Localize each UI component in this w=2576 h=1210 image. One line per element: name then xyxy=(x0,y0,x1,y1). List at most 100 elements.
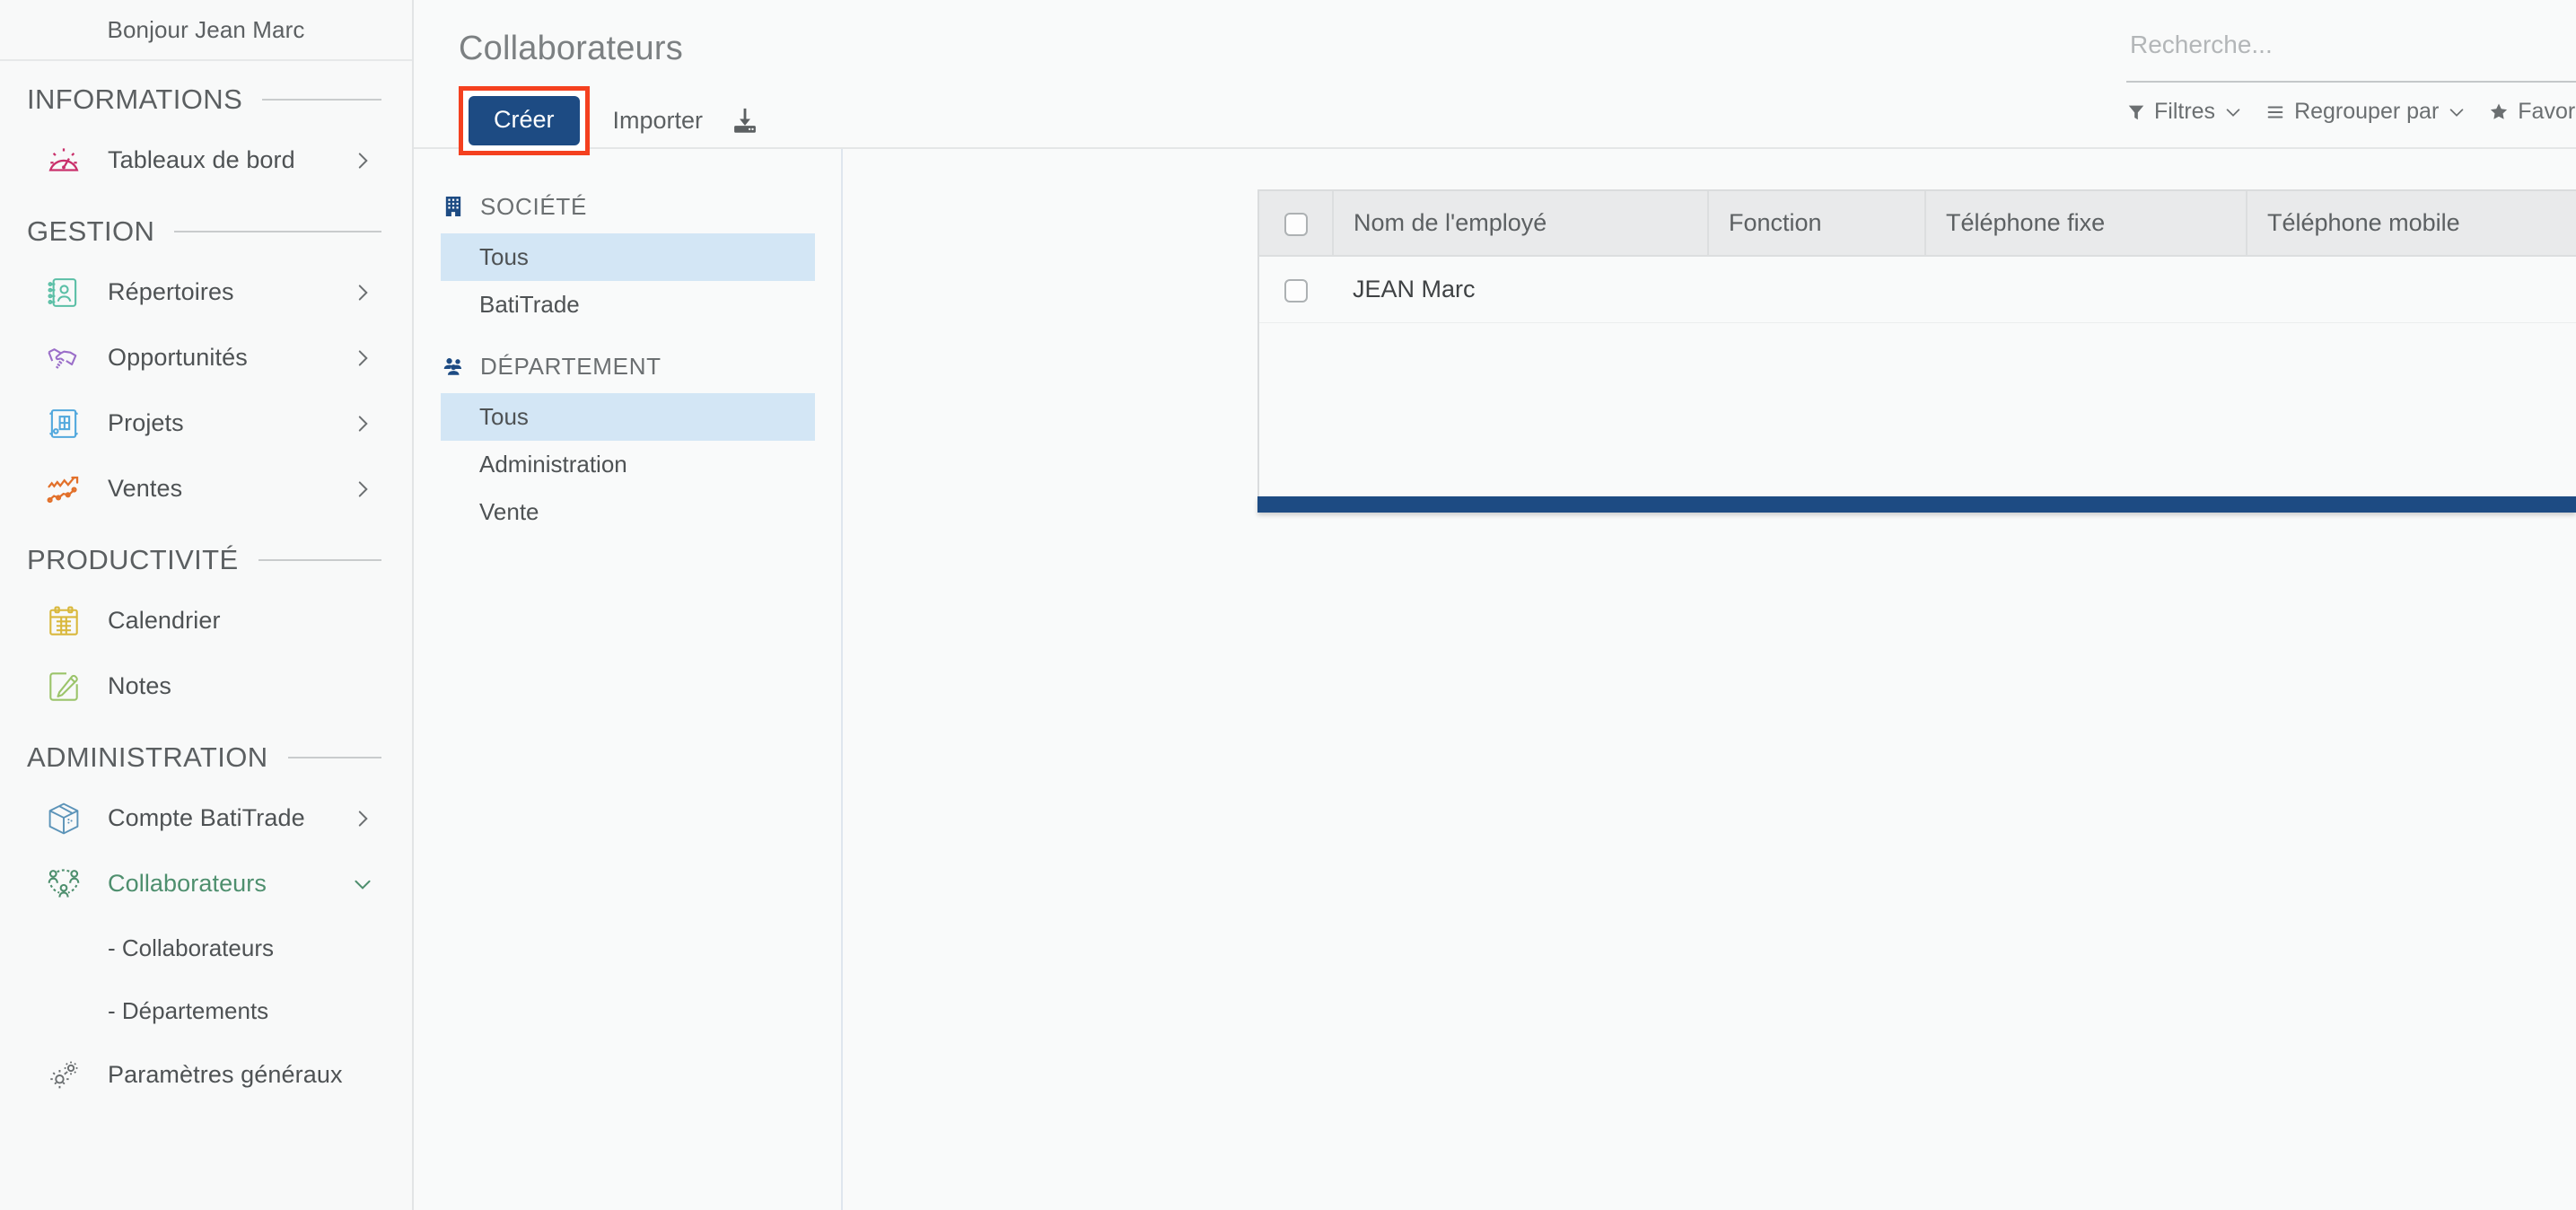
filter-panel: SOCIÉTÉ Tous BatiTrade DÉPARTEMENT Tous … xyxy=(414,149,843,1210)
favorites-label: Favoris xyxy=(2518,99,2576,124)
section-title: PRODUCTIVITÉ xyxy=(27,544,239,575)
people-group-icon xyxy=(43,864,84,905)
main-content: Collaborateurs Créer Importer Recherche.… xyxy=(414,0,2576,1210)
search-input[interactable] xyxy=(2126,31,2576,70)
building-icon xyxy=(441,194,466,219)
filter-option-departement-administration[interactable]: Administration xyxy=(441,441,815,488)
filters-label: Filtres xyxy=(2154,99,2216,124)
users-icon xyxy=(441,354,466,379)
row-checkbox[interactable] xyxy=(1284,278,1308,302)
filter-group-departement: DÉPARTEMENT xyxy=(414,343,841,390)
section-rule xyxy=(287,757,381,758)
column-nom-employe[interactable]: Nom de l'employé xyxy=(1333,191,1709,257)
table-bottom-bar xyxy=(1257,496,2576,513)
group-by-control[interactable]: Regrouper par xyxy=(2265,99,2466,125)
cube-icon xyxy=(43,798,84,839)
action-row: Créer Importer xyxy=(459,86,760,155)
filter-option-departement-vente[interactable]: Vente xyxy=(441,488,815,536)
sidebar-item-label: Compte BatiTrade xyxy=(108,804,305,831)
cell-fonction xyxy=(1708,256,1925,323)
search-zone: Filtres Regrouper par Favoris xyxy=(2119,0,2576,149)
sidebar-section-informations: INFORMATIONS xyxy=(0,72,412,127)
sidebar-item-compte-batitrade[interactable]: Compte BatiTrade xyxy=(0,785,412,851)
create-button-highlight: Créer xyxy=(459,86,590,155)
table-head: Nom de l'employé Fonction Téléphone fixe… xyxy=(1259,191,2576,257)
trend-chart-icon xyxy=(43,469,84,510)
greeting-label: Bonjour Jean Marc xyxy=(0,0,412,61)
create-button[interactable]: Créer xyxy=(469,96,580,145)
sidebar-item-label: Ventes xyxy=(108,475,183,502)
sidebar-item-parametres-generaux[interactable]: Paramètres généraux xyxy=(0,1042,412,1108)
column-select-all xyxy=(1259,191,1334,257)
page-title: Collaborateurs xyxy=(459,30,683,67)
sidebar-item-notes[interactable]: Notes xyxy=(0,653,412,719)
table-header-row: Nom de l'employé Fonction Téléphone fixe… xyxy=(1259,191,2576,257)
sidebar-item-label: Paramètres généraux xyxy=(108,1061,343,1088)
hamburger-icon xyxy=(2267,105,2283,118)
section-title: ADMINISTRATION xyxy=(27,741,268,773)
filter-option-societe-batitrade[interactable]: BatiTrade xyxy=(441,281,815,329)
select-all-checkbox[interactable] xyxy=(1284,212,1308,236)
sidebar-item-ventes[interactable]: Ventes xyxy=(0,456,412,522)
filters-control[interactable]: Filtres xyxy=(2126,99,2243,125)
sidebar-section-gestion: GESTION xyxy=(0,204,412,259)
filter-group-societe: SOCIÉTÉ xyxy=(414,183,841,230)
cell-telephone-mobile xyxy=(2247,256,2576,323)
column-fonction[interactable]: Fonction xyxy=(1708,191,1926,257)
table-row[interactable]: JEAN Marc jmarc@batitradedemo.dev xyxy=(1259,256,2576,323)
chevron-down-icon xyxy=(2449,108,2464,117)
sidebar-item-label: Calendrier xyxy=(108,607,221,634)
top-bar: Collaborateurs Créer Importer Recherche.… xyxy=(414,0,2576,155)
sidebar-item-opportunites[interactable]: Opportunités xyxy=(0,325,412,390)
star-icon xyxy=(2491,103,2508,119)
group-by-label: Regrouper par xyxy=(2294,99,2440,124)
import-button[interactable]: Importer xyxy=(613,107,704,135)
funnel-icon xyxy=(2128,105,2144,119)
column-telephone-fixe[interactable]: Téléphone fixe xyxy=(1925,191,2247,257)
chevron-right-icon xyxy=(351,281,374,304)
row-select-cell xyxy=(1259,256,1333,323)
chevron-right-icon xyxy=(351,149,374,172)
table-body: JEAN Marc jmarc@batitradedemo.dev xyxy=(1259,256,2576,323)
sidebar-item-label: Notes xyxy=(108,672,172,699)
employees-table-container: Nom de l'employé Fonction Téléphone fixe… xyxy=(1257,189,2576,513)
blueprint-icon xyxy=(43,403,84,444)
download-icon[interactable] xyxy=(730,106,760,136)
sidebar-item-tableaux-de-bord[interactable]: Tableaux de bord xyxy=(0,127,412,193)
sidebar-item-projets[interactable]: Projets xyxy=(0,390,412,456)
column-telephone-mobile[interactable]: Téléphone mobile xyxy=(2247,191,2576,257)
calendar-icon xyxy=(43,601,84,642)
employees-table: Nom de l'employé Fonction Téléphone fixe… xyxy=(1259,191,2576,323)
sidebar-item-label: Collaborateurs xyxy=(108,870,267,897)
chevron-right-icon xyxy=(351,478,374,501)
chevron-right-icon xyxy=(351,412,374,435)
filter-option-departement-tous[interactable]: Tous xyxy=(441,393,815,441)
filter-group-title: DÉPARTEMENT xyxy=(480,352,662,380)
sidebar-item-label: Projets xyxy=(108,409,184,436)
sidebar-item-label: Répertoires xyxy=(108,278,234,305)
section-title: INFORMATIONS xyxy=(27,83,243,115)
gears-icon xyxy=(43,1055,84,1096)
sidebar: Bonjour Jean Marc INFORMATIONS Tableaux … xyxy=(0,0,414,1210)
chevron-right-icon xyxy=(351,807,374,830)
sidebar-item-collaborateurs[interactable]: Collaborateurs xyxy=(0,851,412,916)
sidebar-item-label: Opportunités xyxy=(108,344,248,371)
sidebar-subitem-collaborateurs[interactable]: - Collaborateurs xyxy=(0,916,412,979)
gauge-icon xyxy=(43,140,84,181)
filter-option-societe-tous[interactable]: Tous xyxy=(441,233,815,281)
section-rule xyxy=(258,559,381,561)
favorites-control[interactable]: Favoris xyxy=(2488,99,2576,125)
chevron-right-icon xyxy=(351,346,374,370)
search-box xyxy=(2126,31,2576,83)
sidebar-section-administration: ADMINISTRATION xyxy=(0,730,412,785)
sidebar-section-productivite: PRODUCTIVITÉ xyxy=(0,532,412,588)
handshake-icon xyxy=(43,338,84,379)
sidebar-subitem-departements[interactable]: - Départements xyxy=(0,979,412,1042)
sidebar-item-calendrier[interactable]: Calendrier xyxy=(0,588,412,653)
filter-group-title: SOCIÉTÉ xyxy=(480,192,588,220)
cell-telephone-fixe xyxy=(1925,256,2247,323)
section-rule xyxy=(262,99,381,101)
sidebar-item-label: Tableaux de bord xyxy=(108,146,295,173)
sidebar-item-repertoires[interactable]: Répertoires xyxy=(0,259,412,325)
